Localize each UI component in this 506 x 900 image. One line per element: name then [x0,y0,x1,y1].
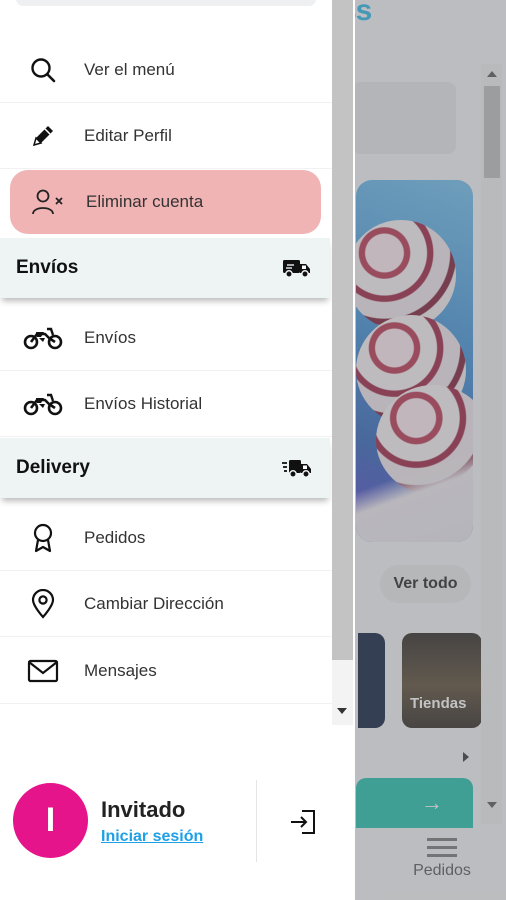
delivery-truck-icon [282,256,312,280]
scroll-down-icon[interactable] [337,708,347,714]
section-title: Delivery [16,457,90,478]
motorcycle-icon [23,318,63,358]
menu-item-change-address[interactable]: Cambiar Dirección [0,571,332,637]
section-title: Envíos [16,257,79,278]
pencil-icon [23,116,63,156]
search-icon [23,50,63,90]
menu-item-messages[interactable]: Mensajes [0,638,332,704]
user-name: Invitado [101,797,186,822]
user-remove-icon [28,182,68,222]
menu-item-label: Pedidos [84,527,146,547]
award-ribbon-icon [23,518,63,558]
menu-item-label: Editar Perfil [84,125,172,145]
drawer-menu: Ver el menú Editar Perfil Eliminar cuent… [0,0,332,725]
menu-item-delete-account[interactable]: Eliminar cuenta [10,170,321,234]
motorcycle-icon [23,384,63,424]
user-footer: I Invitado Iniciar sesión [0,770,355,870]
side-drawer: Ver el menú Editar Perfil Eliminar cuent… [0,0,355,900]
menu-item-orders[interactable]: Pedidos [0,505,332,571]
menu-item-shipments[interactable]: Envíos [0,305,332,371]
menu-item-label: Cambiar Dirección [84,593,224,613]
envelope-icon [23,651,63,691]
section-header-delivery: Delivery [0,438,330,498]
location-pin-icon [23,584,63,624]
menu-item-label: Ver el menú [84,59,175,79]
menu-item-shipment-history[interactable]: Envíos Historial [0,371,332,437]
menu-item-label: Mensajes [84,660,157,680]
login-link[interactable]: Iniciar sesión [101,828,203,846]
drawer-scroll-thumb[interactable] [332,0,353,660]
avatar: I [13,783,88,858]
drawer-scrollbar[interactable] [332,0,353,725]
menu-item-label: Envíos [84,327,136,347]
menu-item-label: Eliminar cuenta [86,192,204,211]
sign-in-icon[interactable] [288,808,320,836]
divider [256,780,257,862]
section-header-shipping: Envíos [0,238,330,298]
menu-item-edit-profile[interactable]: Editar Perfil [0,103,332,169]
menu-item-view-menu[interactable]: Ver el menú [0,37,332,103]
menu-item-label: Envíos Historial [84,393,203,413]
fast-truck-icon [282,456,312,480]
